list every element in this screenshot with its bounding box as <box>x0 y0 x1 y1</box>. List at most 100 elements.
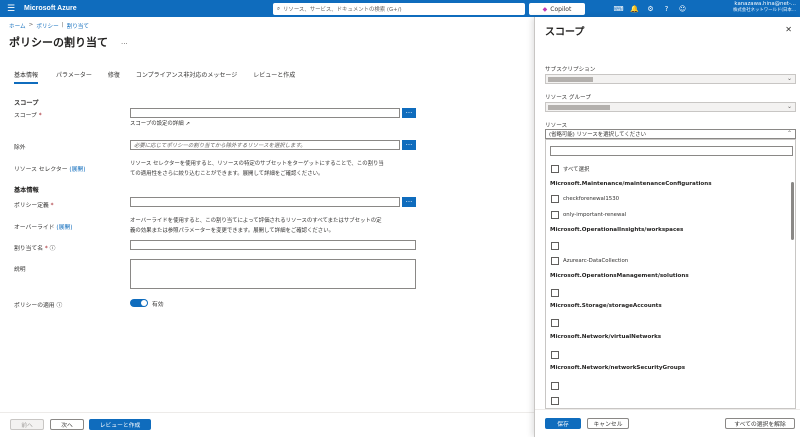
resource-selector-expand-link[interactable]: (展開) <box>69 167 85 173</box>
checkbox[interactable] <box>551 195 559 203</box>
description-label: 説明 <box>14 267 26 273</box>
resource-selector-desc-line: ての適用性をさらに絞り込むことができます。展開して詳細をご確認ください。 <box>130 171 324 177</box>
checkbox[interactable] <box>551 319 559 327</box>
tab-non-compliance-messages[interactable]: コンプライアンス非対応のメッセージ <box>136 70 237 83</box>
tab-basics[interactable]: 基本情報 <box>14 70 39 84</box>
scope-input[interactable] <box>130 108 400 118</box>
required-marker: * <box>44 246 48 252</box>
close-icon[interactable]: ✕ <box>785 25 792 34</box>
list-item[interactable]: only-important-renewal <box>551 211 626 219</box>
policy-definition-browse-button[interactable]: ··· <box>402 197 416 207</box>
copilot-label: Copilot <box>550 5 572 13</box>
checkbox[interactable] <box>551 351 559 359</box>
cloud-shell-icon[interactable]: ⌨ <box>612 2 625 15</box>
resource-dropdown[interactable]: (省略可能) リソースを選択してください ⌃ <box>545 129 796 139</box>
notifications-icon[interactable]: 🔔 <box>628 2 641 15</box>
enforcement-toggle[interactable] <box>130 299 148 307</box>
exclusion-browse-button[interactable]: ··· <box>402 140 416 150</box>
scope-label-text: スコープ <box>14 113 37 119</box>
description-textarea[interactable] <box>130 259 416 289</box>
override-label-text: オーバーライド <box>14 225 55 231</box>
info-icon[interactable]: ⓘ <box>50 246 56 252</box>
copilot-button[interactable]: ◆ Copilot <box>529 3 585 15</box>
basics-heading: 基本情報 <box>14 187 39 194</box>
page-title: ポリシーの割り当て <box>9 37 108 49</box>
external-link-icon: ↗ <box>185 121 190 127</box>
scope-learn-more-link[interactable]: スコープの設定の詳細 ↗ <box>130 119 190 129</box>
redacted-value <box>548 77 593 82</box>
checkbox[interactable] <box>551 165 559 173</box>
resource-group-select[interactable]: ⌄ <box>545 102 796 112</box>
list-item-label: Azurearc-DataCollection <box>563 258 629 264</box>
checkbox[interactable] <box>551 211 559 219</box>
checkbox[interactable] <box>551 242 559 250</box>
settings-gear-icon[interactable]: ⚙ <box>644 2 657 15</box>
cancel-button[interactable]: キャンセル <box>587 418 629 429</box>
assignment-name-input[interactable] <box>130 240 416 250</box>
policy-definition-label: ポリシー定義 * <box>14 200 54 209</box>
more-options-icon[interactable]: ... <box>121 38 128 46</box>
search-icon: ⌕ <box>277 5 281 12</box>
breadcrumb-policy[interactable]: ポリシー <box>36 22 58 30</box>
list-item[interactable]: checkforenewal1530 <box>551 195 619 203</box>
override-description: オーバーライドを使用すると、この割り当てによって評価されるリソースのすべてまたは… <box>130 216 382 236</box>
policy-definition-input[interactable] <box>130 197 400 207</box>
previous-button[interactable]: 前へ <box>10 419 44 430</box>
resource-label: リソース <box>545 123 568 129</box>
override-desc-line: オーバーライドを使用すると、この割り当てによって評価されるリソースのすべてまたは… <box>130 218 382 224</box>
tab-review-create[interactable]: レビューと作成 <box>253 70 295 83</box>
assignment-name-label-text: 割り当て名 <box>14 246 43 252</box>
next-button[interactable]: 次へ <box>50 419 84 430</box>
group-header: Microsoft.Storage/storageAccounts <box>550 303 662 309</box>
list-item[interactable] <box>551 242 563 250</box>
list-item[interactable] <box>551 319 563 327</box>
toggle-knob <box>141 300 147 306</box>
chevron-up-icon: ⌃ <box>786 130 792 137</box>
exclusion-label: 除外 <box>14 145 26 151</box>
group-header: Microsoft.OperationalInsights/workspaces <box>550 227 684 233</box>
checkbox[interactable] <box>551 257 559 265</box>
redacted-value <box>548 105 610 110</box>
subscription-select[interactable]: ⌄ <box>545 74 796 84</box>
help-icon[interactable]: ? <box>660 2 673 15</box>
group-header: Microsoft.Maintenance/maintenanceConfigu… <box>550 181 712 187</box>
enforcement-label: ポリシーの適用 ⓘ <box>14 300 62 309</box>
checkbox[interactable] <box>551 382 559 390</box>
override-desc-line: 義の効果または参照パラメーターを変更できます。展開して詳細をご確認ください。 <box>130 228 334 234</box>
list-item[interactable] <box>551 382 563 390</box>
scope-browse-button[interactable]: ··· <box>402 108 416 118</box>
feedback-icon[interactable]: ☺ <box>676 2 689 15</box>
exclusion-input[interactable]: 必要に応じてポリシーの割り当てから除外するリソースを選択します。 <box>130 140 400 150</box>
list-item-label: checkforenewal1530 <box>563 196 620 202</box>
account-menu[interactable]: kanazawa.hina@net-... 株式会社ネットワールド(日本... <box>733 1 796 13</box>
group-header: Microsoft.Network/virtualNetworks <box>550 334 662 340</box>
brand-name[interactable]: Microsoft Azure <box>24 5 77 12</box>
checkbox[interactable] <box>551 397 559 405</box>
review-create-button[interactable]: レビューと作成 <box>89 419 151 430</box>
resource-filter-input[interactable] <box>550 146 793 156</box>
hamburger-menu-icon[interactable]: ☰ <box>0 0 22 17</box>
clear-all-button[interactable]: すべての選択を解除 <box>725 418 795 429</box>
resource-dropdown-value: (省略可能) リソースを選択してください <box>549 132 646 138</box>
scope-heading: スコープ <box>14 100 39 107</box>
breadcrumb-assignments[interactable]: 割り当て <box>67 22 89 30</box>
global-search-input[interactable]: ⌕ リソース、サービス、ドキュメントの検索 (G+/) <box>273 3 525 15</box>
list-item[interactable] <box>551 351 563 359</box>
panel-title: スコープ <box>545 27 585 38</box>
checkbox[interactable] <box>551 289 559 297</box>
select-all-option[interactable]: すべて選択 <box>551 165 589 173</box>
list-item[interactable] <box>551 289 563 297</box>
breadcrumb-home[interactable]: ホーム <box>9 22 26 30</box>
resource-selector-description: リソース セレクターを使用すると、リソースの特定のサブセットをターゲットにするこ… <box>130 159 384 179</box>
override-expand-link[interactable]: (展開) <box>56 225 72 231</box>
list-item[interactable] <box>551 397 563 405</box>
tab-parameters[interactable]: パラメーター <box>56 70 92 83</box>
info-icon[interactable]: ⓘ <box>56 303 62 309</box>
required-marker: * <box>50 203 54 209</box>
tab-remediation[interactable]: 修復 <box>108 70 120 83</box>
save-button[interactable]: 保存 <box>545 418 581 429</box>
list-item[interactable]: Azurearc-DataCollection <box>551 257 628 265</box>
wizard-tabs: 基本情報 パラメーター 修復 コンプライアンス非対応のメッセージ レビューと作成 <box>14 70 295 84</box>
copilot-icon: ◆ <box>542 5 548 13</box>
listbox-scrollbar[interactable] <box>791 182 794 240</box>
